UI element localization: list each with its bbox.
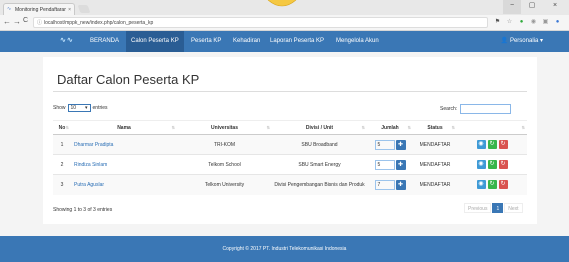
cell-actions: ◉ ↻ ↻ <box>457 134 527 155</box>
next-page-button[interactable]: Next <box>504 203 523 213</box>
cell-status: MENDAFTAR <box>413 134 457 155</box>
extension-box-icon[interactable]: ▣ <box>542 19 549 26</box>
view-icon[interactable]: ◉ <box>476 160 486 169</box>
save-jumlah-button[interactable]: ✚ <box>395 139 406 150</box>
search-label: Search: <box>440 106 458 112</box>
reload-icon[interactable]: C <box>23 17 28 24</box>
tab-close-icon[interactable]: × <box>68 7 71 13</box>
cell-status: MENDAFTAR <box>413 154 457 175</box>
save-jumlah-button[interactable]: ✚ <box>395 159 406 170</box>
cell-jumlah: 5 ✚ <box>367 154 413 175</box>
maximize-button[interactable]: ▢ <box>523 0 541 14</box>
content-panel: Daftar Calon Peserta KP Show 10 ▾ entrie… <box>43 57 537 224</box>
view-icon[interactable]: ◉ <box>476 140 486 149</box>
cell-divisi: Divisi Pengembangan Bisnis dan Produk <box>272 174 367 195</box>
new-tab-button[interactable] <box>77 5 91 13</box>
show-entries-control: Show 10 ▾ entries <box>53 104 108 112</box>
show-label: Show <box>53 105 66 111</box>
browser-toolbar: ← → C ⓘ localhost/mppk_new/index.php/calo… <box>0 15 569 31</box>
url-text: localhost/mppk_new/index.php/calon_peser… <box>44 20 154 26</box>
approve-icon[interactable]: ↻ <box>487 140 497 149</box>
cell-divisi: SBU Smart Energy <box>272 154 367 175</box>
cell-jumlah: 5 ✚ <box>367 134 413 155</box>
app-navbar: ∿∿ BERANDA Calon Peserta KP Peserta KP K… <box>0 31 569 52</box>
cell-nama-link[interactable]: Dharmar Pradipta <box>71 134 177 155</box>
nav-item-beranda[interactable]: BERANDA <box>85 31 124 52</box>
jumlah-input[interactable]: 5 <box>374 159 395 170</box>
cell-no: 1 <box>53 134 71 155</box>
search-control: Search: <box>440 104 512 114</box>
cell-universitas: Telkom University <box>177 174 272 195</box>
page-1-button[interactable]: 1 <box>492 203 504 213</box>
entries-select[interactable]: 10 ▾ <box>67 104 91 112</box>
divider <box>53 91 527 92</box>
jumlah-input[interactable]: 7 <box>374 179 395 190</box>
candidates-table: No ⇅ Nama ⇅ Universitas ⇅ Divisi / Unit ⇅ Ju… <box>53 120 527 195</box>
col-header-jumlah[interactable]: Jumlah ⇅ <box>367 120 413 135</box>
tab-title: Monitoring Pendaftaran <box>15 6 67 13</box>
cell-nama-link[interactable]: Rindiza Sinlam <box>71 154 177 175</box>
profile-icon[interactable]: ● <box>554 19 561 26</box>
table-row: 1 Dharmar Pradipta TRI-KOM SBU Broadband… <box>53 134 527 155</box>
cell-universitas: Telkom School <box>177 154 272 175</box>
save-jumlah-button[interactable]: ✚ <box>395 179 406 190</box>
browser-tab-bar: ∿ Monitoring Pendaftaran × − ▢ × <box>0 0 569 15</box>
reject-icon[interactable]: ↻ <box>498 140 508 149</box>
bookmark-star-icon[interactable]: ☆ <box>506 19 513 26</box>
col-header-no[interactable]: No ⇅ <box>53 120 71 135</box>
cell-actions: ◉ ↻ ↻ <box>457 154 527 175</box>
cell-jumlah: 7 ✚ <box>367 174 413 195</box>
cell-nama-link[interactable]: Putra Aguslar <box>71 174 177 195</box>
table-row: 3 Putra Aguslar Telkom University Divisi… <box>53 174 527 195</box>
copyright-text: Copyright © 2017 PT. Industri Telekomuni… <box>222 246 347 252</box>
close-window-button[interactable]: × <box>546 0 564 14</box>
jumlah-input[interactable]: 5 <box>374 139 395 150</box>
cell-actions: ◉ ↻ ↻ <box>457 174 527 195</box>
minimize-button[interactable]: − <box>503 0 521 14</box>
page-footer: Copyright © 2017 PT. Industri Telekomuni… <box>0 236 569 262</box>
col-header-nama[interactable]: Nama ⇅ <box>71 120 177 135</box>
cell-universitas: TRI-KOM <box>177 134 272 155</box>
entries-label: entries <box>92 105 108 111</box>
bird-icon <box>267 0 297 7</box>
approve-icon[interactable]: ↻ <box>487 180 497 190</box>
nav-item-peserta[interactable]: Peserta KP <box>186 31 226 52</box>
search-input[interactable] <box>460 104 512 114</box>
address-bar[interactable]: ⓘ localhost/mppk_new/index.php/calon_pese… <box>33 17 488 28</box>
col-header-actions[interactable]: ⇅ <box>457 120 527 135</box>
cell-divisi: SBU Broadband <box>272 134 367 155</box>
forward-icon[interactable]: → <box>13 17 21 26</box>
col-header-status[interactable]: Status ⇅ <box>413 120 457 135</box>
pagination: Previous 1 Next <box>464 203 523 213</box>
extension-green-icon[interactable]: ● <box>518 19 525 26</box>
info-icon[interactable]: ⓘ <box>37 20 42 26</box>
nav-item-kehadiran[interactable]: Kehadiran <box>228 31 265 52</box>
nav-item-laporan[interactable]: Laporan Peserta KP <box>265 31 329 52</box>
view-icon[interactable]: ◉ <box>476 180 486 190</box>
nav-item-mengelola-akun[interactable]: Mengelola Akun <box>331 31 384 52</box>
page-title: Daftar Calon Peserta KP <box>57 72 200 87</box>
showing-entries-info: Showing 1 to 3 of 3 entries <box>53 207 113 213</box>
extension-gray-icon[interactable]: ◉ <box>530 19 537 26</box>
cell-no: 2 <box>53 154 71 175</box>
translate-icon[interactable]: ⚑ <box>494 19 501 26</box>
nav-item-calon-peserta[interactable]: Calon Peserta KP <box>126 31 184 52</box>
col-header-universitas[interactable]: Universitas ⇅ <box>177 120 272 135</box>
browser-tab[interactable]: ∿ Monitoring Pendaftaran × <box>3 3 75 15</box>
table-row: 2 Rindiza Sinlam Telkom School SBU Smart… <box>53 154 527 175</box>
user-menu[interactable]: 👤 Personalia ▾ <box>501 31 543 52</box>
reject-icon[interactable]: ↻ <box>498 160 508 169</box>
cell-no: 3 <box>53 174 71 195</box>
previous-page-button[interactable]: Previous <box>464 203 492 213</box>
cell-status: MENDAFTAR <box>413 174 457 195</box>
favicon-icon: ∿ <box>7 6 12 12</box>
approve-icon[interactable]: ↻ <box>487 160 497 169</box>
brand-logo[interactable]: ∿∿ <box>60 36 74 44</box>
reject-icon[interactable]: ↻ <box>498 180 508 190</box>
back-icon[interactable]: ← <box>3 17 11 26</box>
col-header-divisi[interactable]: Divisi / Unit ⇅ <box>272 120 367 135</box>
